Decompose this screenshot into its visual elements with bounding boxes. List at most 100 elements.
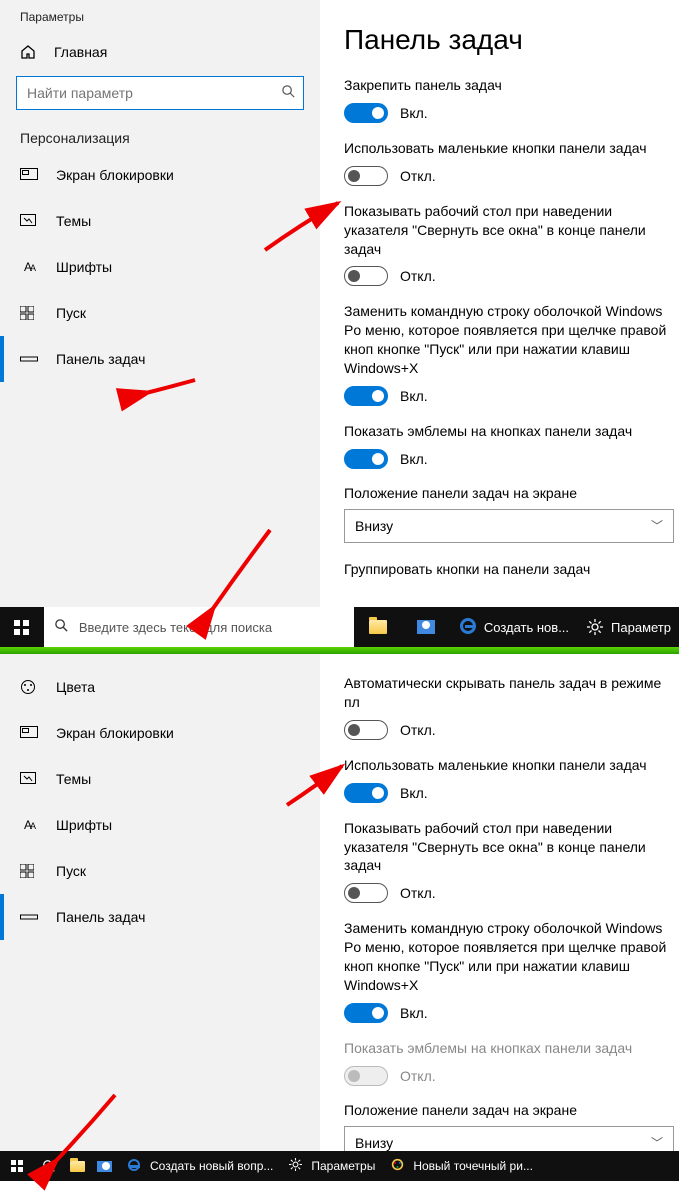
taskbar-app-label: Создать новый вопр... bbox=[150, 1159, 273, 1173]
taskbar-explorer[interactable] bbox=[64, 1146, 91, 1186]
sidebar-item-taskbar[interactable]: Панель задач bbox=[0, 894, 320, 940]
sidebar-item-label: Панель задач bbox=[56, 909, 145, 925]
search-icon bbox=[42, 1159, 56, 1173]
search-input[interactable] bbox=[16, 76, 304, 110]
section-label: Группировать кнопки на панели задач bbox=[344, 561, 679, 577]
sidebar-item-label: Экран блокировки bbox=[56, 167, 174, 183]
sidebar-item-label: Пуск bbox=[56, 863, 86, 879]
toggle-state: Вкл. bbox=[400, 785, 428, 801]
option-label: Закрепить панель задач bbox=[344, 76, 679, 95]
option-label: Использовать маленькие кнопки панели зад… bbox=[344, 139, 679, 158]
themes-icon bbox=[20, 772, 38, 786]
home-icon bbox=[20, 44, 38, 60]
sidebar-item-label: Темы bbox=[56, 213, 91, 229]
taskbar-settings[interactable]: Параметр bbox=[577, 607, 679, 647]
sidebar-item-themes[interactable]: Темы bbox=[0, 756, 320, 802]
taskbar-people[interactable] bbox=[402, 607, 450, 647]
fonts-icon: AA bbox=[20, 818, 38, 832]
chevron-down-icon: ﹀ bbox=[651, 1134, 663, 1151]
taskbar-search-box[interactable]: Введите здесь текст для поиска bbox=[44, 607, 354, 647]
start-icon bbox=[20, 306, 38, 320]
option-label: Заменить командную строку оболочкой Wind… bbox=[344, 302, 679, 378]
toggle-powershell[interactable] bbox=[344, 1003, 388, 1023]
paint-icon bbox=[387, 1158, 407, 1174]
dropdown-taskbar-position[interactable]: Внизу ﹀ bbox=[344, 1126, 674, 1151]
sidebar-category: Персонализация bbox=[0, 124, 320, 152]
sidebar-item-label: Шрифты bbox=[56, 259, 112, 275]
taskbar-small: Создать новый вопр... Параметры Новый то… bbox=[0, 1151, 679, 1181]
toggle-state: Откл. bbox=[400, 722, 436, 738]
people-icon bbox=[97, 1161, 112, 1172]
divider bbox=[0, 647, 679, 654]
themes-icon bbox=[20, 214, 38, 228]
gear-icon bbox=[285, 1158, 305, 1174]
toggle-state: Вкл. bbox=[400, 105, 428, 121]
toggle-state: Вкл. bbox=[400, 388, 428, 404]
toggle-state: Вкл. bbox=[400, 451, 428, 467]
taskbar-paint[interactable]: Новый точечный ри... bbox=[381, 1146, 539, 1186]
dropdown-label: Положение панели задач на экране bbox=[344, 485, 679, 501]
sidebar-item-label: Пуск bbox=[56, 305, 86, 321]
option-label: Показывать рабочий стол при наведении ук… bbox=[344, 202, 679, 259]
taskbar-edge[interactable]: Создать новый вопр... bbox=[118, 1146, 279, 1186]
sidebar-item-themes[interactable]: Темы bbox=[0, 198, 320, 244]
sidebar-item-label: Панель задач bbox=[56, 351, 145, 367]
toggle-badges bbox=[344, 1066, 388, 1086]
taskbar-app-label: Новый точечный ри... bbox=[413, 1159, 533, 1173]
taskbar-large: Введите здесь текст для поиска Создать н… bbox=[0, 607, 679, 647]
taskbar-app-label: Создать нов... bbox=[484, 620, 569, 635]
sidebar-item-lock-screen[interactable]: Экран блокировки bbox=[0, 152, 320, 198]
sidebar-item-label: Темы bbox=[56, 771, 91, 787]
toggle-lock-taskbar[interactable] bbox=[344, 103, 388, 123]
edge-icon bbox=[458, 618, 478, 637]
toggle-peek-desktop[interactable] bbox=[344, 266, 388, 286]
toggle-autohide-tablet[interactable] bbox=[344, 720, 388, 740]
people-icon bbox=[417, 620, 435, 634]
dropdown-value: Внизу bbox=[355, 1135, 393, 1151]
start-button[interactable] bbox=[0, 607, 44, 647]
option-label: Использовать маленькие кнопки панели зад… bbox=[344, 756, 679, 775]
edge-icon bbox=[124, 1159, 144, 1174]
taskbar-app-label: Параметр bbox=[611, 620, 671, 635]
search-icon bbox=[54, 618, 69, 636]
toggle-peek-desktop[interactable] bbox=[344, 883, 388, 903]
colors-icon bbox=[20, 679, 38, 695]
sidebar-item-colors[interactable]: Цвета bbox=[0, 664, 320, 710]
option-label: Показать эмблемы на кнопках панели задач bbox=[344, 422, 679, 441]
toggle-powershell[interactable] bbox=[344, 386, 388, 406]
taskbar-edge[interactable]: Создать нов... bbox=[450, 607, 577, 647]
start-icon bbox=[20, 864, 38, 878]
option-label: Заменить командную строку оболочкой Wind… bbox=[344, 919, 679, 995]
toggle-badges[interactable] bbox=[344, 449, 388, 469]
sidebar-item-taskbar[interactable]: Панель задач bbox=[0, 336, 320, 382]
sidebar-item-label: Шрифты bbox=[56, 817, 112, 833]
sidebar-item-fonts[interactable]: AA Шрифты bbox=[0, 802, 320, 848]
dropdown-value: Внизу bbox=[355, 518, 393, 534]
taskbar-explorer[interactable] bbox=[354, 607, 402, 647]
taskbar-app-label: Параметры bbox=[311, 1159, 375, 1173]
toggle-state: Вкл. bbox=[400, 1005, 428, 1021]
taskbar-icon bbox=[20, 354, 38, 364]
taskbar-people[interactable] bbox=[91, 1146, 118, 1186]
sidebar-item-fonts[interactable]: AA Шрифты bbox=[0, 244, 320, 290]
lock-screen-icon bbox=[20, 726, 38, 740]
folder-icon bbox=[70, 1161, 85, 1172]
taskbar-icon bbox=[20, 912, 38, 922]
fonts-icon: AA bbox=[20, 260, 38, 274]
taskbar-search-button[interactable] bbox=[34, 1146, 64, 1186]
gear-icon bbox=[585, 619, 605, 635]
toggle-state: Откл. bbox=[400, 885, 436, 901]
chevron-down-icon: ﹀ bbox=[651, 517, 663, 534]
sidebar-item-label: Цвета bbox=[56, 679, 95, 695]
toggle-small-buttons[interactable] bbox=[344, 166, 388, 186]
sidebar-item-start[interactable]: Пуск bbox=[0, 290, 320, 336]
start-button[interactable] bbox=[0, 1146, 34, 1186]
sidebar-item-start[interactable]: Пуск bbox=[0, 848, 320, 894]
sidebar-item-label: Экран блокировки bbox=[56, 725, 174, 741]
taskbar-settings[interactable]: Параметры bbox=[279, 1146, 381, 1186]
sidebar-item-lock-screen[interactable]: Экран блокировки bbox=[0, 710, 320, 756]
dropdown-taskbar-position[interactable]: Внизу ﹀ bbox=[344, 509, 674, 543]
toggle-small-buttons[interactable] bbox=[344, 783, 388, 803]
nav-home[interactable]: Главная bbox=[0, 34, 320, 70]
option-label: Показывать рабочий стол при наведении ук… bbox=[344, 819, 679, 876]
